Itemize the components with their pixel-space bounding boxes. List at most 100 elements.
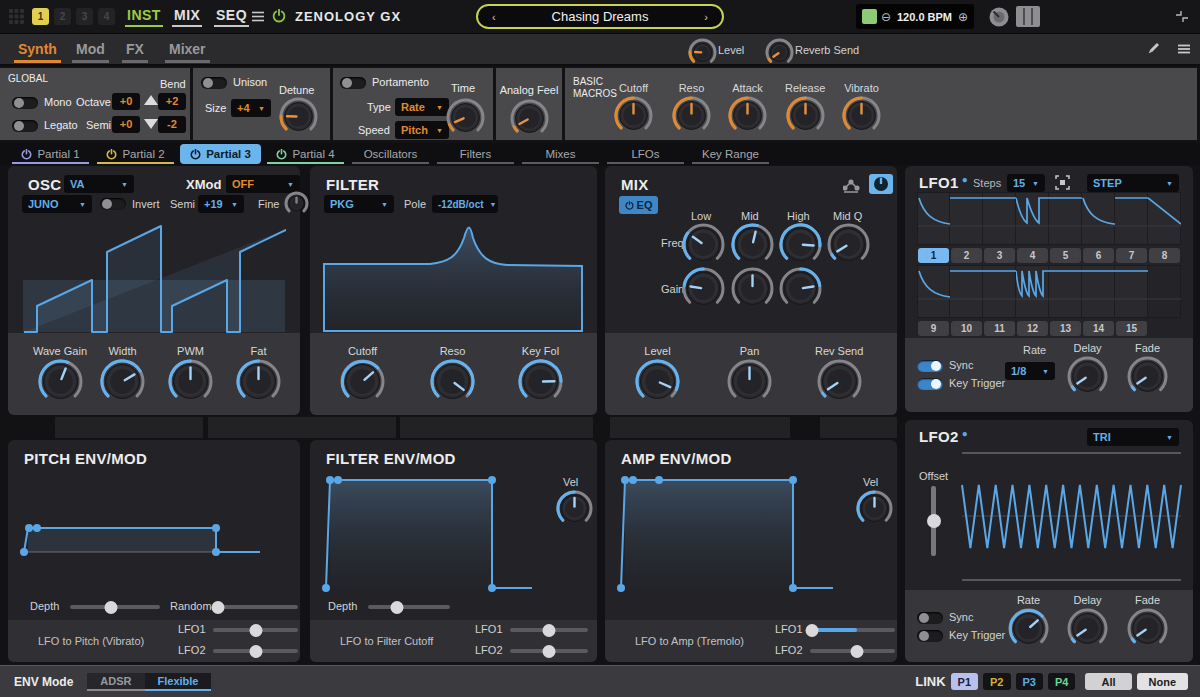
lfo1-rate-dropdown[interactable]: 1/8▼: [1005, 362, 1055, 380]
offset-slider[interactable]: [931, 486, 936, 556]
amp-env-display[interactable]: [615, 470, 840, 600]
pitch-random-slider[interactable]: [216, 605, 298, 609]
partial-tab-mixes[interactable]: Mixes: [520, 144, 601, 164]
pitch-lfo1-slider[interactable]: [213, 628, 298, 632]
pitch-env-display[interactable]: [20, 476, 288, 586]
width-knob[interactable]: Width: [100, 345, 145, 404]
pole-dropdown[interactable]: -12dB/oct▼: [432, 195, 498, 213]
gain-high-knob[interactable]: [779, 267, 822, 310]
unison-toggle[interactable]: [201, 77, 227, 89]
tab-mod[interactable]: Mod: [72, 41, 109, 63]
keyboard-icon[interactable]: [1016, 6, 1040, 27]
filter-depth-slider[interactable]: [368, 605, 450, 609]
partial-tab-partial-3[interactable]: Partial 3: [180, 144, 261, 164]
step-number-cell[interactable]: 3: [983, 247, 1016, 263]
amp-vel-knob[interactable]: [856, 490, 893, 527]
step-wave-cell[interactable]: [983, 265, 1016, 318]
step-wave-cell[interactable]: [1049, 265, 1082, 318]
step-wave-cell[interactable]: [983, 192, 1016, 245]
cutoff-knob[interactable]: Cutoff: [340, 345, 385, 404]
step-wave-cell[interactable]: [1082, 265, 1115, 318]
partial-power-icon[interactable]: [276, 149, 287, 160]
step-number-cell[interactable]: 12: [1016, 320, 1049, 336]
preset-selector[interactable]: ‹ Chasing Dreams ›: [476, 4, 724, 29]
porta-type-dropdown[interactable]: Rate▼: [395, 98, 449, 116]
tab-mixer[interactable]: Mixer: [165, 41, 210, 63]
step-wave-cell[interactable]: [1016, 192, 1049, 245]
filter-vel-knob[interactable]: [556, 490, 593, 527]
tab-seq[interactable]: SEQ: [214, 7, 249, 27]
flexible-button[interactable]: Flexible: [145, 673, 212, 691]
filter-env-display[interactable]: [320, 470, 540, 600]
invert-toggle[interactable]: [100, 198, 126, 210]
lfo1-fade-knob[interactable]: Fade: [1127, 342, 1168, 397]
level-knob[interactable]: [688, 38, 717, 67]
amp-lfo2-slider[interactable]: [810, 649, 895, 653]
step-number-cell[interactable]: 11: [983, 320, 1016, 336]
partial-power-icon[interactable]: [190, 149, 201, 160]
osc-wave-dropdown[interactable]: JUNO▼: [22, 195, 92, 213]
freq-mid-knob[interactable]: [731, 223, 774, 266]
reso-knob[interactable]: Reso: [430, 345, 475, 404]
wave-gain-knob[interactable]: Wave Gain: [33, 345, 87, 404]
step-wave-cell[interactable]: [950, 265, 983, 318]
power-icon[interactable]: [272, 9, 286, 23]
preset-name[interactable]: Chasing Dreams: [552, 9, 649, 24]
macro-reso[interactable]: Reso: [672, 82, 711, 135]
lfo1-keytrigger-toggle[interactable]: [917, 378, 943, 390]
link-p4-button[interactable]: P4: [1048, 673, 1075, 690]
step-number-cell[interactable]: 5: [1049, 247, 1082, 263]
step-number-cell[interactable]: 13: [1049, 320, 1082, 336]
step-wave-cell[interactable]: [950, 192, 983, 245]
partial-power-icon[interactable]: [106, 149, 117, 160]
fat-knob[interactable]: Fat: [236, 345, 281, 404]
expand-icon[interactable]: [1055, 175, 1070, 190]
link-none-button[interactable]: None: [1137, 673, 1189, 690]
octave-value[interactable]: +0: [112, 93, 140, 110]
preset-next[interactable]: ›: [704, 11, 708, 23]
pitch-lfo2-slider[interactable]: [213, 649, 298, 653]
filter-lfo1-slider[interactable]: [510, 628, 588, 632]
menu-icon[interactable]: [252, 11, 264, 22]
pitch-depth-slider[interactable]: [70, 605, 160, 609]
level-knob-mix[interactable]: Level: [635, 345, 680, 404]
eq-button[interactable]: EQ: [619, 196, 658, 214]
partial-tab-key-range[interactable]: Key Range: [690, 144, 771, 164]
lfo1-sync-toggle[interactable]: [917, 360, 943, 372]
edit-pencil-icon[interactable]: [1146, 42, 1160, 56]
pad-2[interactable]: 2: [54, 8, 71, 25]
partial-power-icon[interactable]: [21, 149, 32, 160]
step-wave-cell[interactable]: [1016, 265, 1049, 318]
step-number-cell[interactable]: 10: [950, 320, 983, 336]
gain-mid-knob[interactable]: [731, 267, 774, 310]
freq-high-knob[interactable]: [779, 223, 822, 266]
lfo2-rate-knob[interactable]: Rate: [1008, 594, 1049, 649]
key-fol-knob[interactable]: Key Fol: [518, 345, 563, 404]
mid-q-knob[interactable]: [827, 223, 870, 266]
bpm-plus[interactable]: ⊕: [958, 10, 968, 24]
pitch-down-button[interactable]: [144, 119, 158, 129]
porta-time-knob[interactable]: [446, 98, 485, 137]
detune-knob[interactable]: [279, 97, 318, 136]
bend-down-value[interactable]: -2: [158, 116, 186, 133]
macro-attack[interactable]: Attack: [728, 82, 767, 135]
partial-tab-oscillators[interactable]: Oscillators: [350, 144, 431, 164]
step-number-cell[interactable]: 9: [917, 320, 950, 336]
osc-fine-knob[interactable]: [284, 191, 309, 216]
pan-knob[interactable]: Pan: [727, 345, 772, 404]
lfo1-delay-knob[interactable]: Delay: [1067, 342, 1108, 397]
routing-view-icon[interactable]: [843, 178, 865, 194]
collapse-icon[interactable]: [1176, 11, 1188, 22]
step-wave-cell[interactable]: [1049, 192, 1082, 245]
partial-tab-partial-2[interactable]: Partial 2: [95, 144, 176, 164]
step-wave-cell[interactable]: [917, 192, 950, 245]
pad-grid-icon[interactable]: [8, 8, 25, 25]
tab-synth[interactable]: Synth: [14, 41, 61, 63]
adsr-button[interactable]: ADSR: [87, 673, 144, 691]
step-number-cell[interactable]: 2: [950, 247, 983, 263]
knob-mode-icon[interactable]: [988, 6, 1010, 28]
lfo2-delay-knob[interactable]: Delay: [1067, 594, 1108, 649]
bpm-display[interactable]: ⊖ 120.0 BPM ⊕: [856, 4, 974, 29]
step-wave-cell[interactable]: [1115, 265, 1148, 318]
porta-speed-dropdown[interactable]: Pitch▼: [395, 121, 449, 139]
